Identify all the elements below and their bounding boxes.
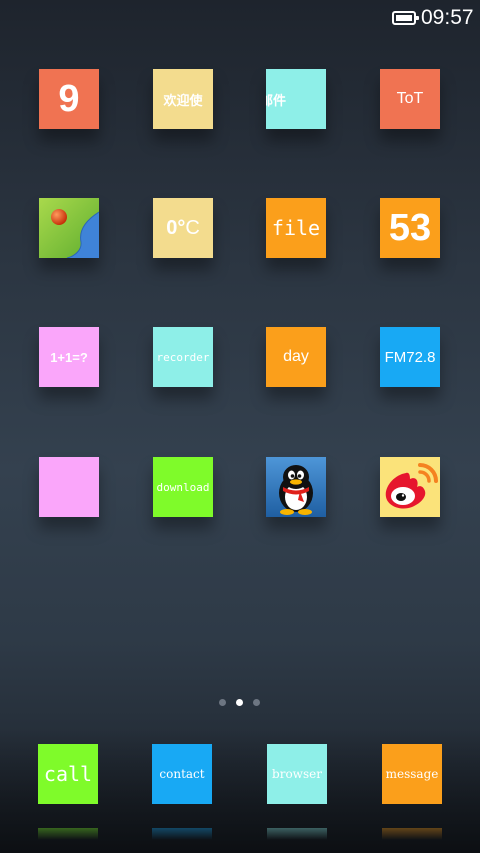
app-tile-file[interactable]: file bbox=[266, 198, 326, 258]
battery-fill bbox=[396, 15, 412, 21]
app-tile-download[interactable]: download bbox=[153, 457, 213, 517]
battery-icon bbox=[392, 11, 419, 25]
status-clock: 09:57 bbox=[421, 6, 474, 29]
app-tile-tot[interactable]: ToT bbox=[380, 69, 440, 129]
dock-label: browser bbox=[272, 767, 322, 781]
app-tile-mail[interactable]: 邮件 bbox=[266, 69, 326, 129]
app-tile-label: 欢迎使 bbox=[163, 93, 203, 109]
app-tile-label: 邮件 bbox=[266, 93, 287, 109]
app-tile-9[interactable]: 9 bbox=[39, 69, 99, 129]
weibo-icon bbox=[380, 457, 440, 517]
temperature-value: 0° bbox=[166, 216, 186, 239]
app-tile-day[interactable]: day bbox=[266, 327, 326, 387]
app-tile-label: 53 bbox=[388, 206, 432, 249]
app-tile-label: FM72.8 bbox=[384, 348, 436, 366]
app-tile-label: ToT bbox=[396, 90, 424, 107]
temperature-unit: C bbox=[185, 216, 200, 239]
app-tile-label: download bbox=[156, 480, 210, 494]
page-indicator bbox=[0, 699, 480, 709]
app-tile-label: 9 bbox=[58, 77, 80, 120]
page-dot-2[interactable] bbox=[236, 699, 243, 706]
app-tile-label: file bbox=[271, 216, 321, 240]
dock-call[interactable]: call bbox=[38, 744, 98, 804]
app-tile-calculator[interactable]: 1+1=? bbox=[39, 327, 99, 387]
dock-message[interactable]: message bbox=[382, 744, 442, 804]
app-tile-53[interactable]: 53 bbox=[380, 198, 440, 258]
app-tile-welcome[interactable]: 欢迎使 bbox=[153, 69, 213, 129]
app-tile-gallery[interactable] bbox=[39, 198, 99, 258]
dock-label: message bbox=[385, 767, 439, 781]
app-tile-weather[interactable]: 0° C bbox=[153, 198, 213, 258]
battery-nub bbox=[416, 16, 419, 20]
dock-browser[interactable]: browser bbox=[267, 744, 327, 804]
dock-reflection bbox=[152, 828, 212, 840]
page-dot-1[interactable] bbox=[219, 699, 226, 706]
app-tile-label: 1+1=? bbox=[50, 349, 88, 365]
dock-reflection bbox=[38, 828, 98, 840]
dock-contact[interactable]: contact bbox=[152, 744, 212, 804]
app-tile-fm-radio[interactable]: FM72.8 bbox=[380, 327, 440, 387]
app-tile-label: recorder bbox=[156, 350, 210, 364]
dock-reflection bbox=[267, 828, 327, 840]
app-tile-blank[interactable] bbox=[39, 457, 99, 517]
dock-label: call bbox=[43, 762, 93, 786]
page-dot-3[interactable] bbox=[253, 699, 260, 706]
dock-label: contact bbox=[159, 767, 205, 781]
dock-reflection bbox=[382, 828, 442, 840]
app-tile-recorder[interactable]: recorder bbox=[153, 327, 213, 387]
gallery-icon bbox=[39, 198, 99, 258]
qq-penguin-icon bbox=[266, 457, 326, 517]
app-tile-label: day bbox=[283, 348, 309, 365]
status-bar: 09:57 bbox=[0, 0, 480, 36]
app-tile-qq[interactable] bbox=[266, 457, 326, 517]
app-tile-weibo[interactable] bbox=[380, 457, 440, 517]
